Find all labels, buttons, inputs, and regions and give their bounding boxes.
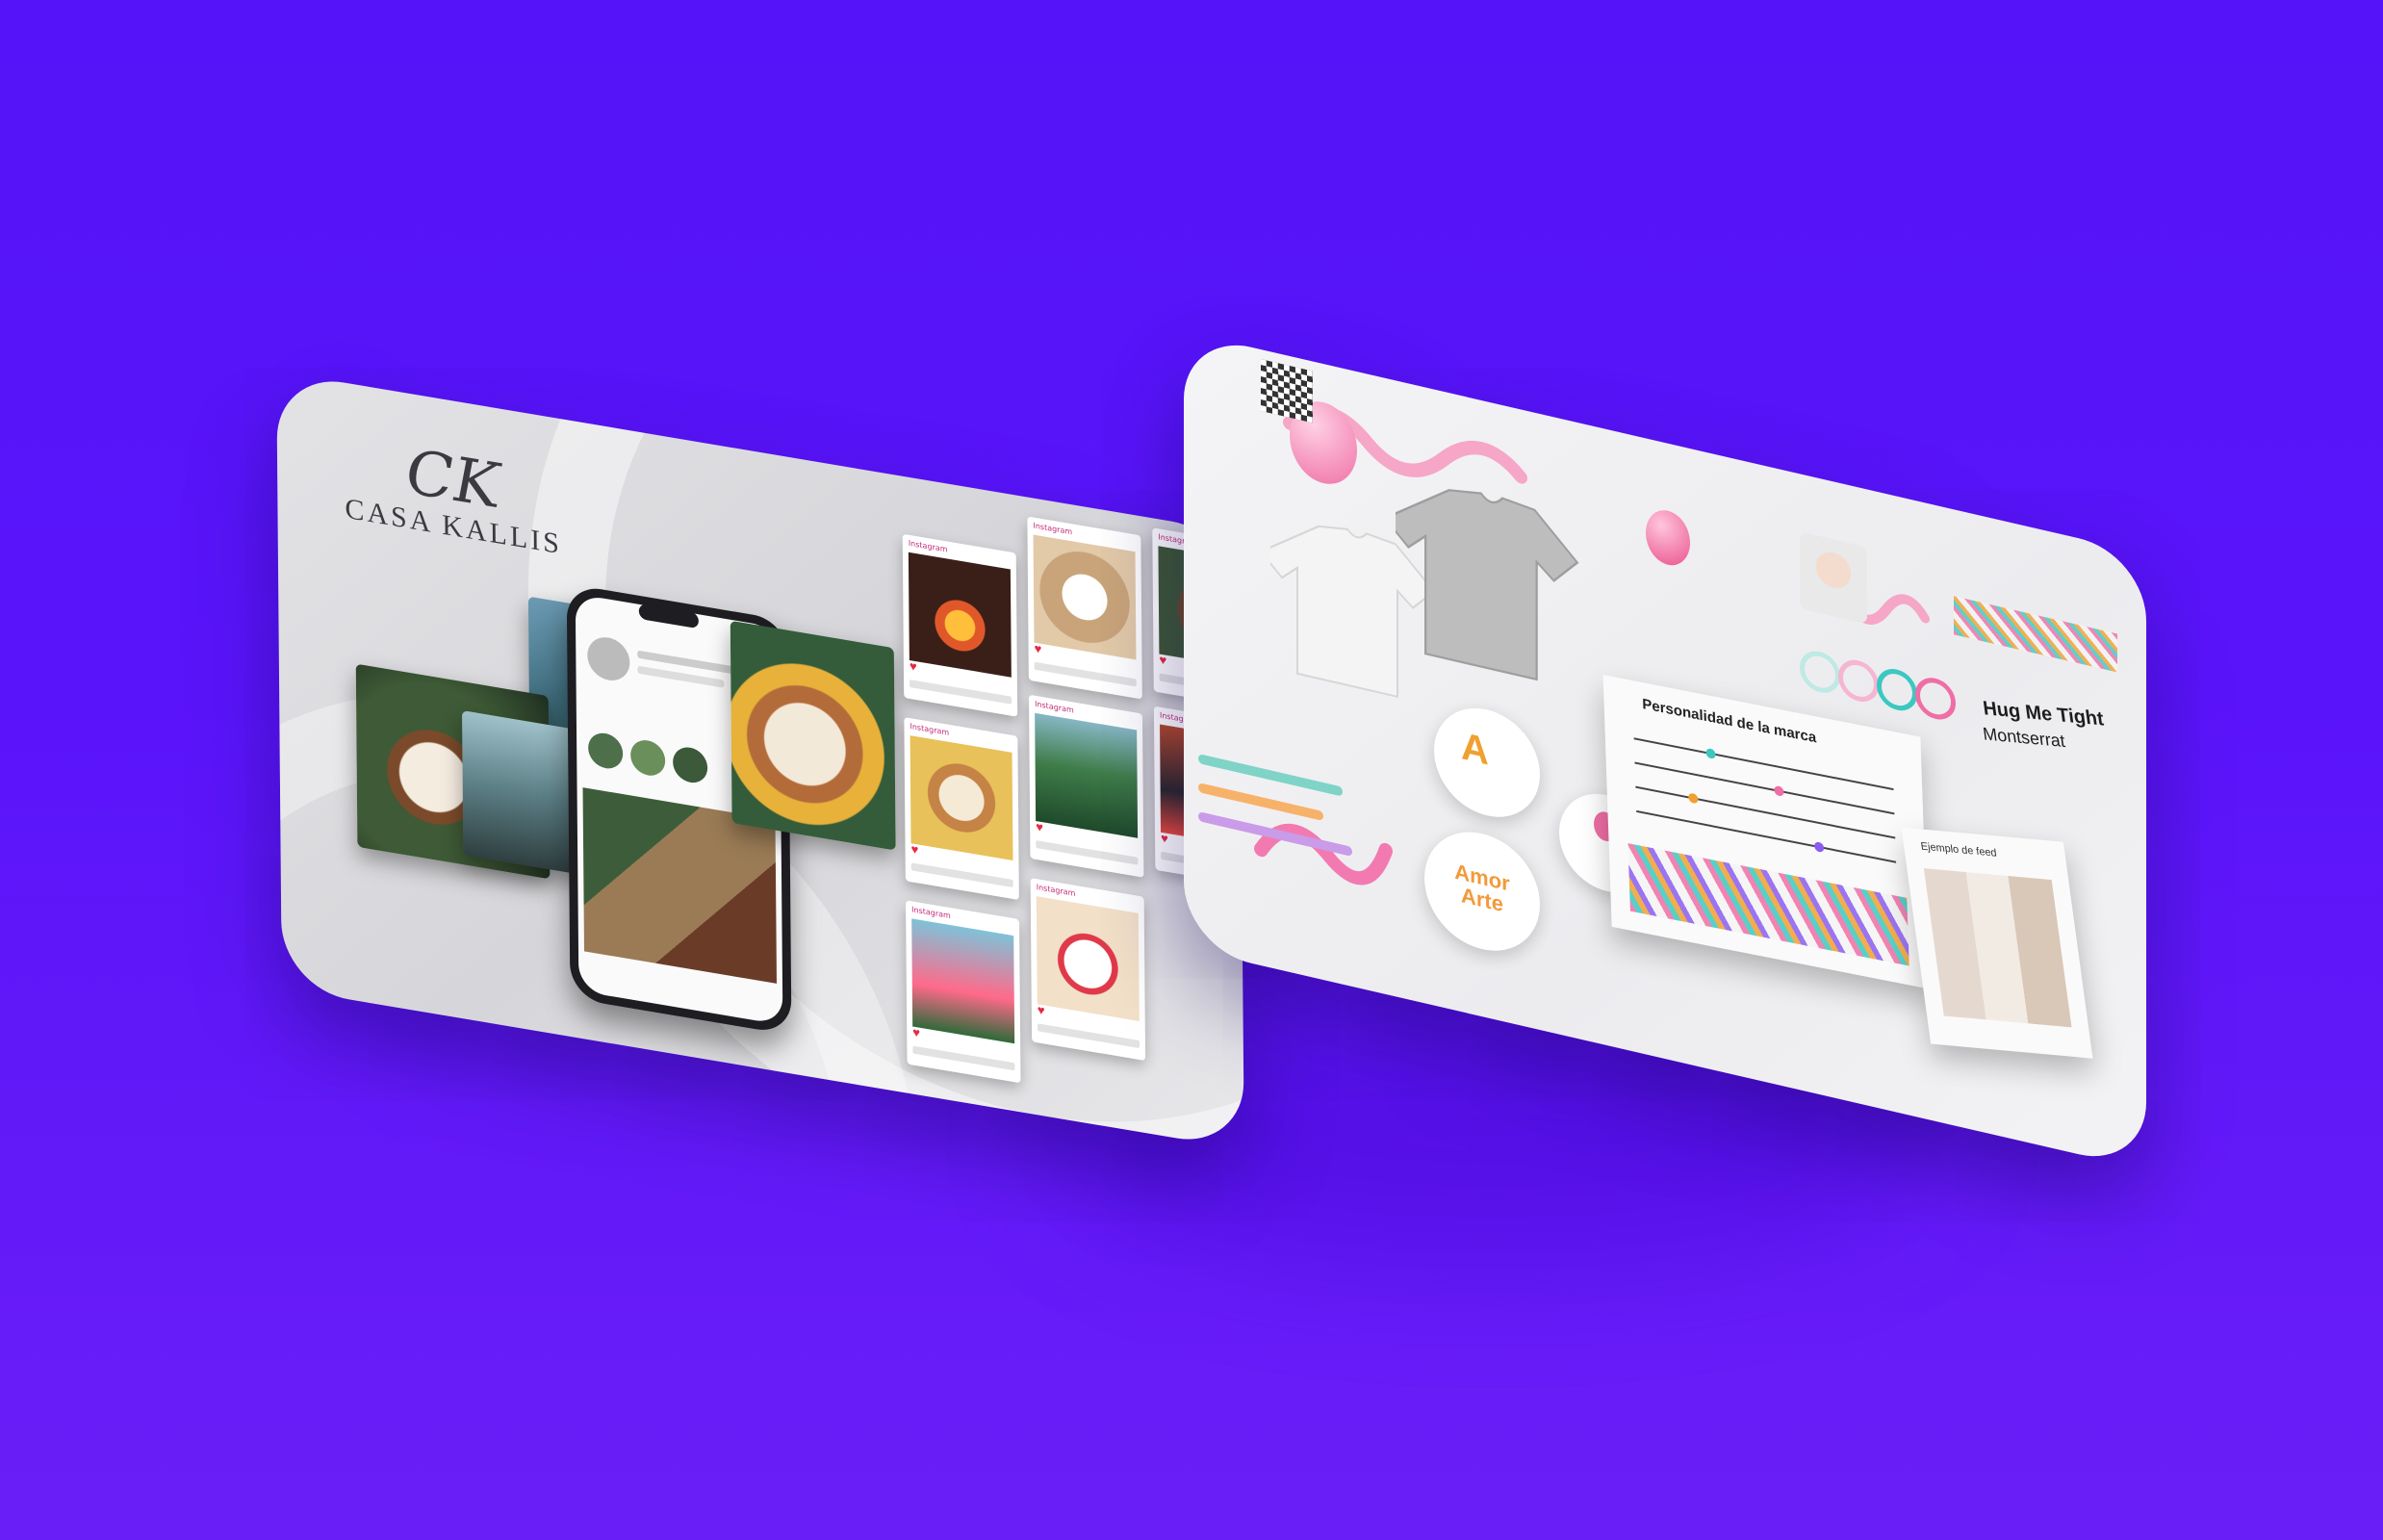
heart-icon: ♥ <box>1036 818 1043 835</box>
heart-icon: ♥ <box>909 657 917 675</box>
post-source-label: Instagram <box>910 722 950 737</box>
post-source-label: Instagram <box>1036 883 1076 898</box>
feed-example-brochure: Ejemplo de feed <box>1901 827 2093 1059</box>
instagram-post: Instagram ♥ <box>1028 694 1144 878</box>
casa-kallis-mockup-card: CK CASA KALLIS Instagram ♥ Instagram ♥ Ins… <box>276 371 1244 1150</box>
heart-icon: ♥ <box>1159 652 1167 668</box>
heart-icon: ♥ <box>912 1024 921 1040</box>
instagram-post: Instagram ♥ <box>902 533 1018 717</box>
instagram-post: Instagram ♥ <box>904 717 1019 901</box>
casa-kallis-logo: CK CASA KALLIS <box>345 431 562 562</box>
instagram-post: Instagram ♥ <box>1030 878 1146 1062</box>
brochure-2-title: Ejemplo de feed <box>1920 840 1998 860</box>
instagram-post: Instagram ♥ <box>1027 516 1142 700</box>
heart-icon: ♥ <box>910 841 919 858</box>
instagram-post: Instagram ♥ <box>906 900 1021 1084</box>
heart-icon: ♥ <box>1161 830 1168 847</box>
post-source-label: Instagram <box>911 905 951 921</box>
feed-grid <box>1923 868 2072 1028</box>
heart-icon: ♥ <box>1037 1002 1045 1018</box>
heart-icon: ♥ <box>1034 640 1042 656</box>
post-source-label: Instagram <box>908 538 948 554</box>
post-source-label: Instagram <box>1033 521 1073 537</box>
featured-food-post <box>730 620 896 851</box>
post-source-label: Instagram <box>1035 699 1074 715</box>
portrait-photo <box>1800 531 1867 625</box>
badge-text: Amor Arte <box>1454 859 1510 917</box>
